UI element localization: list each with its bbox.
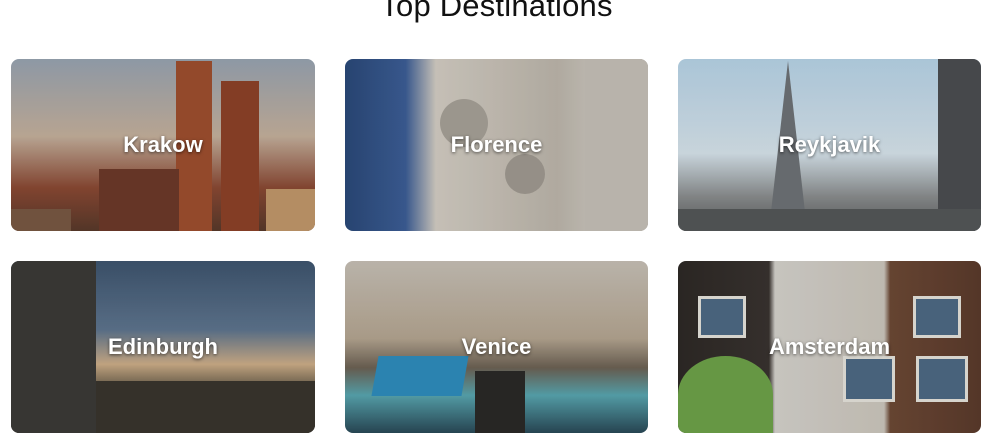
destination-card-edinburgh[interactable]: Edinburgh [11, 261, 315, 433]
destination-card-florence[interactable]: Florence [345, 59, 648, 231]
destination-label: Krakow [123, 132, 203, 157]
destination-card-venice[interactable]: Venice [345, 261, 648, 433]
destination-label: Amsterdam [768, 334, 891, 359]
destination-label: Reykjavik [778, 132, 881, 157]
destination-card-amsterdam[interactable]: Amsterdam [678, 261, 981, 433]
destinations-grid: Krakow Florence Reykjavik Edinburgh Veni… [11, 59, 981, 433]
destination-card-reykjavik[interactable]: Reykjavik [678, 59, 981, 231]
destination-card-krakow[interactable]: Krakow [11, 59, 315, 231]
destination-label: Florence [450, 132, 543, 157]
destination-label: Venice [461, 334, 532, 359]
page-title: Top Destinations [380, 0, 613, 23]
destination-label: Edinburgh [108, 334, 218, 359]
